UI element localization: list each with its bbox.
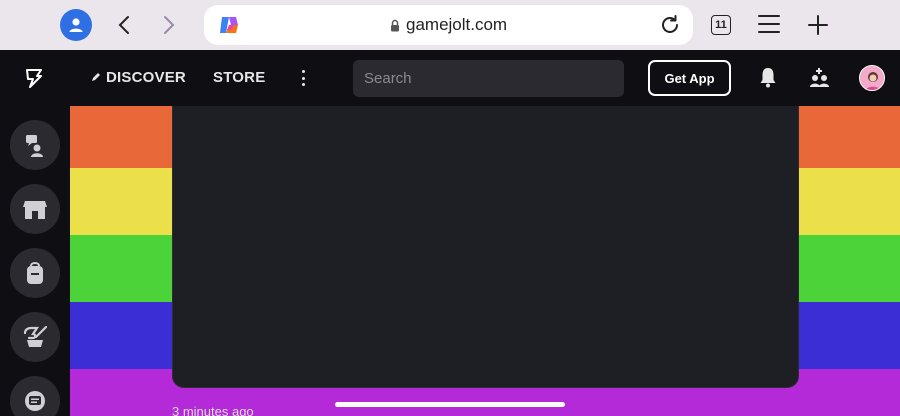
new-tab-icon[interactable] [806,13,830,37]
chat-icon [25,391,45,411]
nav-discover-label: DISCOVER [106,69,186,86]
nav-discover[interactable]: DISCOVER [90,69,186,86]
realms-icon [26,135,43,157]
chevron-right-icon [164,16,175,34]
friends-icon[interactable] [808,66,830,88]
nav-store[interactable]: STORE [213,69,265,86]
avatar-image-icon [860,66,884,90]
home-indicator[interactable] [335,402,565,407]
post-timestamp: 3 minutes ago [172,404,254,416]
content-card [172,106,799,388]
more-options-icon[interactable] [297,68,309,88]
left-sidebar [0,106,70,416]
browser-toolbar: gamejolt.com 11 [0,0,900,50]
backpack-icon [27,262,43,284]
sidebar-item-chat[interactable] [10,376,60,416]
get-app-button[interactable]: Get App [648,60,731,96]
lock-icon [391,19,399,31]
shop-icon [23,201,47,219]
user-icon [69,18,83,32]
address-bar[interactable]: gamejolt.com [204,5,693,45]
tabs-button[interactable]: 11 [711,15,731,35]
copilot-icon[interactable] [218,14,240,36]
rocket-icon [92,73,100,81]
bell-icon[interactable] [758,66,778,88]
search-input[interactable] [353,60,624,97]
sidebar-item-shop[interactable] [10,184,60,234]
chevron-left-icon [118,16,129,34]
site-header: DISCOVER STORE Get App [0,50,900,106]
url-text: gamejolt.com [406,15,508,34]
forward-button[interactable] [156,12,182,38]
back-button[interactable] [111,12,137,38]
sidebar-item-realms[interactable] [10,120,60,170]
reload-icon[interactable] [659,14,681,36]
avatar[interactable] [859,65,885,91]
gamejolt-logo-icon[interactable] [24,67,46,89]
sidebar-item-backpack[interactable] [10,248,60,298]
quests-icon [23,325,48,347]
sidebar-item-quests[interactable] [10,312,60,362]
profile-button[interactable] [60,9,92,41]
menu-icon[interactable] [758,15,780,35]
